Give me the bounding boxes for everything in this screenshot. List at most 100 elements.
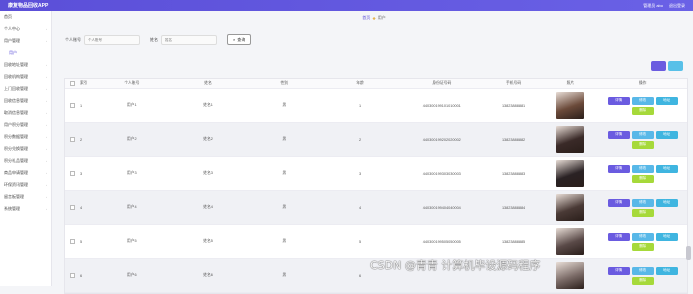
cell-index: 3	[79, 171, 83, 176]
chevron-icon: ›	[46, 207, 47, 211]
edit-button[interactable]: 修改	[631, 266, 654, 275]
account-label: 个人账号	[65, 36, 81, 42]
sidebar-item-12[interactable]: 积分礼品管理 ›	[0, 155, 51, 167]
sidebar-item-label: 积分数据管理	[4, 134, 28, 139]
sidebar-item-6[interactable]: 上门回收管理 ›	[0, 83, 51, 95]
address-button[interactable]: 地址	[655, 232, 678, 241]
name-search-input[interactable]	[161, 34, 217, 45]
account-search-input[interactable]	[84, 34, 140, 45]
delete-button[interactable]: 删除	[631, 106, 654, 115]
row-checkbox[interactable]	[69, 205, 75, 210]
sidebar-item-13[interactable]: 商品申请管理 ›	[0, 167, 51, 179]
address-button[interactable]: 地址	[655, 130, 678, 139]
select-all-checkbox[interactable]	[69, 81, 75, 86]
view-button[interactable]: 详情	[607, 198, 630, 207]
user-photo[interactable]	[556, 92, 585, 119]
delete-button[interactable]: 删除	[631, 174, 654, 183]
sidebar-item-label: 用户	[9, 50, 17, 55]
chevron-icon: ›	[46, 183, 47, 187]
view-button[interactable]: 详情	[607, 96, 630, 105]
delete-button[interactable]: 删除	[631, 208, 654, 217]
cell-phone: 13823888885	[501, 239, 526, 244]
cell-age: 6	[359, 273, 362, 278]
row-checkbox[interactable]	[69, 171, 75, 176]
header-account: 个人账号	[124, 81, 140, 85]
cell-idcard: 440300199404040004	[422, 205, 461, 210]
cell-sex: 男	[282, 205, 287, 209]
sidebar-item-label: 取消信息管理	[4, 110, 28, 115]
sidebar-item-0[interactable]: 首页	[0, 11, 51, 23]
add-button[interactable]	[651, 61, 666, 71]
address-button[interactable]: 地址	[655, 96, 678, 105]
address-button[interactable]: 地址	[655, 164, 678, 173]
table-row: 3 用户3 姓名3 男 3 440300199303030003 1382388…	[65, 157, 687, 191]
logout-link[interactable]: 退出登录	[669, 3, 685, 9]
sidebar-item-4[interactable]: 回收地址管理 ›	[0, 59, 51, 71]
row-checkbox[interactable]	[69, 137, 75, 142]
cell-phone: 13823888884	[501, 205, 526, 210]
sidebar-item-label: 个人中心	[4, 26, 20, 31]
search-button[interactable]: ⌕ 查询	[227, 34, 252, 45]
scrollbar-thumb[interactable]	[686, 246, 691, 260]
chevron-icon: ›	[46, 147, 47, 151]
app-title: 康复物品回收APP	[8, 3, 49, 9]
user-photo[interactable]	[556, 262, 585, 289]
user-photo[interactable]	[556, 228, 585, 255]
chevron-icon: ›	[46, 27, 47, 31]
sidebar-item-14[interactable]: 环保资讯管理 ›	[0, 179, 51, 191]
sidebar-item-8[interactable]: 取消信息管理 ›	[0, 107, 51, 119]
breadcrumb-home[interactable]: 首页	[362, 15, 370, 21]
search-icon: ⌕	[233, 37, 236, 42]
edit-button-label: 修改	[639, 234, 647, 238]
cell-account: 用户4	[126, 205, 137, 209]
table-row: 5 用户5 姓名5 男 5 440300199505050005 1382388…	[65, 225, 687, 259]
delete-button[interactable]: 删除	[631, 140, 654, 149]
edit-button[interactable]: 修改	[631, 232, 654, 241]
sidebar-item-5[interactable]: 回收机构管理 ›	[0, 71, 51, 83]
sidebar-item-7[interactable]: 回收信息管理 ›	[0, 95, 51, 107]
sidebar-item-1[interactable]: 个人中心 ›	[0, 23, 51, 35]
view-button[interactable]: 详情	[607, 232, 630, 241]
view-button[interactable]: 详情	[607, 130, 630, 139]
sidebar-item-16[interactable]: 系统管理 ›	[0, 203, 51, 215]
delete-button[interactable]: 删除	[631, 276, 654, 285]
cell-age: 4	[359, 205, 362, 210]
user-photo[interactable]	[556, 160, 585, 187]
user-photo[interactable]	[556, 126, 585, 153]
table-actions	[651, 61, 683, 71]
delete-button[interactable]: 删除	[631, 242, 654, 251]
view-button[interactable]: 详情	[607, 266, 630, 275]
cell-phone: 13823888881	[501, 103, 526, 108]
sidebar-item-label: 积分兑换管理	[4, 146, 28, 151]
address-button-label: 地址	[663, 268, 671, 272]
user-photo[interactable]	[556, 194, 585, 221]
sidebar-item-2[interactable]: 用户管理 ›	[0, 35, 51, 47]
edit-button-label: 修改	[639, 200, 647, 204]
sidebar-item-15[interactable]: 留言板管理 ›	[0, 191, 51, 203]
scrollbar[interactable]	[686, 60, 691, 260]
address-button[interactable]: 地址	[655, 198, 678, 207]
sidebar-item-label: 用户积分管理	[4, 122, 28, 127]
sidebar-item-11[interactable]: 积分兑换管理 ›	[0, 143, 51, 155]
cell-index: 2	[79, 137, 83, 142]
sidebar-item-10[interactable]: 积分数据管理 ›	[0, 131, 51, 143]
view-button[interactable]: 详情	[607, 164, 630, 173]
row-checkbox[interactable]	[69, 273, 75, 278]
delete-selected-button[interactable]	[668, 61, 683, 71]
view-button-label: 详情	[615, 132, 623, 136]
cell-sex: 男	[282, 137, 287, 141]
edit-button[interactable]: 修改	[631, 96, 654, 105]
sidebar-item-9[interactable]: 用户积分管理 ›	[0, 119, 51, 131]
row-checkbox[interactable]	[69, 239, 75, 244]
edit-button[interactable]: 修改	[631, 198, 654, 207]
edit-button[interactable]: 修改	[631, 130, 654, 139]
cell-sex: 男	[282, 171, 287, 175]
delete-button-label: 删除	[639, 108, 647, 112]
row-checkbox[interactable]	[69, 103, 75, 108]
chevron-icon: ›	[46, 111, 47, 115]
cell-age: 3	[359, 171, 362, 176]
sidebar-item-3[interactable]: 用户	[0, 47, 51, 59]
main-content: 首页 ❖ 用户 个人账号 姓名 ⌕ 查询 索引 个人账号 姓名 性别 年龄 身份…	[55, 11, 693, 294]
address-button[interactable]: 地址	[655, 266, 678, 275]
edit-button[interactable]: 修改	[631, 164, 654, 173]
